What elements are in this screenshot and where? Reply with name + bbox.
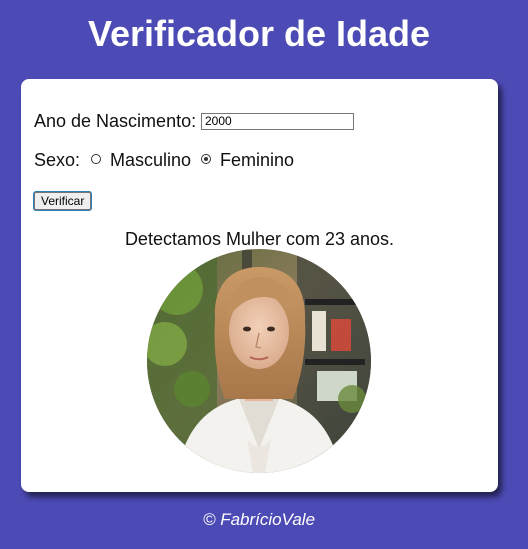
birth-year-input[interactable] (201, 113, 354, 130)
woman-portrait-image (147, 249, 371, 473)
footer-credit: © FabrícioVale (202, 510, 316, 529)
radio-masculino[interactable] (91, 154, 101, 164)
radio-feminino[interactable] (201, 154, 211, 164)
radio-feminino-label[interactable]: Feminino (220, 149, 294, 171)
birth-year-label: Ano de Nascimento: (34, 111, 197, 131)
page-title: Verificador de Idade (87, 13, 431, 54)
verify-button[interactable]: Verificar (34, 192, 92, 210)
sex-label: Sexo: (34, 150, 81, 170)
sex-row: Sexo: Masculino Feminino (34, 149, 294, 171)
birth-year-row: Ano de Nascimento: (34, 110, 354, 132)
form-card: Ano de Nascimento: Sexo: Masculino Femin… (21, 79, 498, 492)
radio-masculino-label[interactable]: Masculino (110, 149, 191, 171)
woman-portrait-photo (147, 249, 371, 473)
result-message: Detectamos Mulher com 23 anos. (124, 229, 395, 249)
